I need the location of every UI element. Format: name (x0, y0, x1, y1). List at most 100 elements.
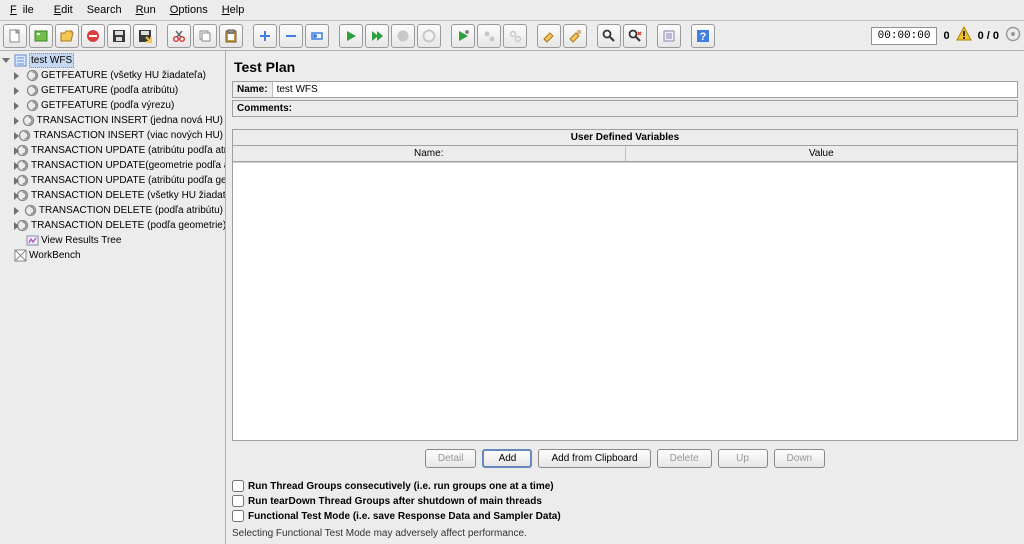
collapse-button[interactable] (279, 24, 303, 48)
toggle-icon[interactable] (14, 131, 16, 140)
run-teardown-label: Run tearDown Thread Groups after shutdow… (248, 496, 542, 507)
expand-button[interactable] (253, 24, 277, 48)
add-clipboard-button[interactable]: Add from Clipboard (538, 449, 650, 468)
function-helper-button[interactable] (657, 24, 681, 48)
comments-input[interactable] (296, 101, 1017, 116)
down-button[interactable]: Down (774, 449, 826, 468)
toggle-icon[interactable] (14, 116, 20, 125)
detail-button[interactable]: Detail (425, 449, 477, 468)
up-button[interactable]: Up (718, 449, 768, 468)
search-button[interactable] (597, 24, 621, 48)
threadgroup-icon (24, 204, 37, 218)
threadgroup-icon (25, 69, 39, 83)
paste-button[interactable] (219, 24, 243, 48)
tree-node[interactable]: GETFEATURE (podľa atribútu) (0, 83, 225, 98)
tree-node[interactable]: GETFEATURE (podľa výrezu) (0, 98, 225, 113)
save-as-button[interactable] (133, 24, 157, 48)
col-name: Name: (233, 146, 626, 161)
tree-node[interactable]: TRANSACTION UPDATE (atribútu podľa geome… (0, 173, 225, 188)
functional-note: Selecting Functional Test Mode may adver… (232, 528, 1018, 539)
stop-button[interactable] (391, 24, 415, 48)
delete-button[interactable]: Delete (657, 449, 712, 468)
stop-remote-button[interactable] (477, 24, 501, 48)
shutdown-remote-button[interactable] (503, 24, 527, 48)
save-button[interactable] (107, 24, 131, 48)
toggle-icon[interactable] (2, 56, 11, 65)
tree-node[interactable]: TRANSACTION DELETE (podľa geometrie) (0, 218, 225, 233)
start-remote-button[interactable] (451, 24, 475, 48)
main-area: test WFS GETFEATURE (všetky HU žiadateľa… (0, 51, 1024, 544)
menu-search[interactable]: Search (81, 2, 128, 18)
menu-options[interactable]: Options (164, 2, 214, 18)
tree-node[interactable]: TRANSACTION INSERT (viac nových HU) (0, 128, 225, 143)
thread-count: 0 / 0 (974, 30, 1003, 42)
tree-node[interactable]: GETFEATURE (všetky HU žiadateľa) (0, 68, 225, 83)
tree-node[interactable]: View Results Tree (0, 233, 225, 248)
reset-search-button[interactable] (623, 24, 647, 48)
clear-all-button[interactable] (563, 24, 587, 48)
tree-workbench[interactable]: WorkBench (0, 248, 225, 263)
menu-help[interactable]: Help (216, 2, 251, 18)
start-no-timers-button[interactable] (365, 24, 389, 48)
toggle-icon[interactable] (14, 206, 22, 215)
name-input[interactable] (273, 82, 1017, 97)
menu-run[interactable]: Run (130, 2, 162, 18)
run-consecutively-checkbox[interactable] (232, 480, 244, 492)
menubar: File Edit Search Run Options Help (0, 0, 1024, 21)
options: Run Thread Groups consecutively (i.e. ru… (232, 480, 1018, 539)
name-label: Name: (233, 82, 273, 97)
tree-node[interactable]: TRANSACTION UPDATE(geometrie podľa atrib… (0, 158, 225, 173)
user-vars-panel: User Defined Variables Name: Value (232, 129, 1018, 441)
close-button[interactable] (81, 24, 105, 48)
new-button[interactable] (3, 24, 27, 48)
shutdown-button[interactable] (417, 24, 441, 48)
warning-icon (956, 26, 972, 45)
copy-button[interactable] (193, 24, 217, 48)
open-button[interactable] (55, 24, 79, 48)
elapsed-timer: 00:00:00 (871, 27, 938, 45)
vars-buttons: Detail Add Add from Clipboard Delete Up … (232, 441, 1018, 470)
functional-mode-label: Functional Test Mode (i.e. save Response… (248, 511, 561, 522)
toggle-icon[interactable] (14, 86, 23, 95)
tree-node[interactable]: TRANSACTION UPDATE (atribútu podľa atrib… (0, 143, 225, 158)
start-button[interactable] (339, 24, 363, 48)
page-title: Test Plan (232, 55, 1018, 81)
threadgroup-icon (18, 129, 31, 143)
add-button[interactable]: Add (482, 449, 532, 468)
cut-button[interactable] (167, 24, 191, 48)
vars-header: Name: Value (233, 146, 1017, 162)
comments-row: Comments: (232, 100, 1018, 117)
run-consecutively-label: Run Thread Groups consecutively (i.e. ru… (248, 481, 554, 492)
threadgroup-icon (22, 114, 35, 128)
workbench-icon (13, 249, 27, 263)
toggle-icon[interactable] (14, 71, 23, 80)
vars-table[interactable] (233, 162, 1017, 440)
templates-button[interactable] (29, 24, 53, 48)
menu-file[interactable]: File (4, 2, 46, 18)
tree-node[interactable]: TRANSACTION INSERT (jedna nová HU) (0, 113, 225, 128)
toggle-none (2, 251, 11, 260)
name-row: Name: (232, 81, 1018, 98)
menu-edit[interactable]: Edit (48, 2, 79, 18)
functional-mode-checkbox[interactable] (232, 510, 244, 522)
test-tree[interactable]: test WFS GETFEATURE (všetky HU žiadateľa… (0, 51, 226, 544)
comments-label: Comments: (233, 101, 296, 116)
tree-node[interactable]: TRANSACTION DELETE (všetky HU žiadateľa) (0, 188, 225, 203)
toolbar: ? 00:00:00 0 0 / 0 (0, 21, 1024, 51)
clear-button[interactable] (537, 24, 561, 48)
toggle-button[interactable] (305, 24, 329, 48)
svg-text:?: ? (700, 31, 707, 43)
threads-icon (1005, 26, 1021, 45)
vars-title: User Defined Variables (233, 130, 1017, 146)
toggle-icon[interactable] (14, 101, 23, 110)
error-count: 0 (939, 30, 953, 42)
listener-icon (25, 234, 39, 248)
tree-root[interactable]: test WFS (0, 53, 225, 68)
threadgroup-icon (25, 84, 39, 98)
toggle-none (14, 236, 23, 245)
help-button[interactable]: ? (691, 24, 715, 48)
threadgroup-icon (25, 99, 39, 113)
tree-node[interactable]: TRANSACTION DELETE (podľa atribútu) (0, 203, 225, 218)
editor-panel: Test Plan Name: Comments: User Defined V… (226, 51, 1024, 544)
run-teardown-checkbox[interactable] (232, 495, 244, 507)
